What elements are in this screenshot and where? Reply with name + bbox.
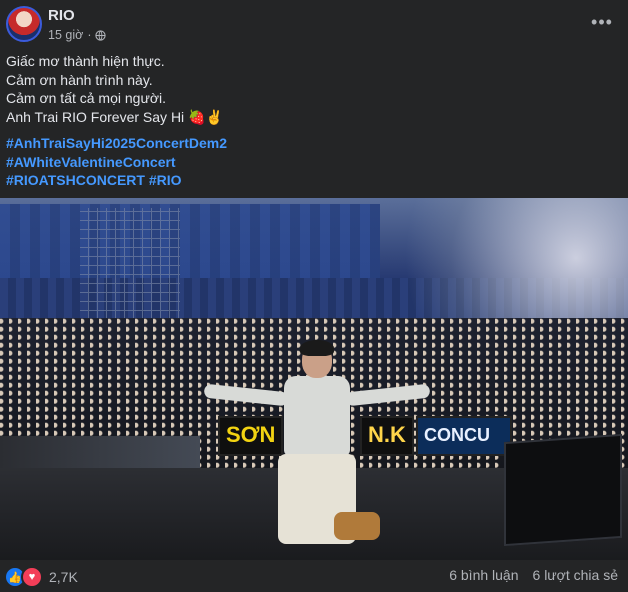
more-icon[interactable]: ••• (590, 10, 614, 34)
performer-shirt (284, 376, 350, 456)
post-caption: Giấc mơ thành hiện thực. Cảm ơn hành trì… (6, 52, 616, 126)
love-icon: ♥ (21, 566, 43, 588)
reactions-summary[interactable]: 👍 ♥ 2,7K (4, 566, 78, 588)
hashtag-link[interactable]: #AWhiteValentineConcert (6, 154, 176, 170)
avatar[interactable] (6, 6, 42, 42)
post-header: RIO 15 giờ · ••• (0, 0, 628, 50)
post-photo[interactable]: SƠN N.K CONCU (0, 198, 628, 560)
comments-count[interactable]: 6 bình luận (449, 567, 518, 583)
hashtag-link[interactable]: #AnhTraiSayHi2025ConcertDem2 (6, 135, 227, 151)
shares-count[interactable]: 6 lượt chia sẻ (533, 567, 618, 583)
performer-hair (300, 340, 334, 356)
post-meta: 15 giờ · (48, 28, 107, 42)
caption-line: Anh Trai RIO Forever Say Hi 🍓✌️ (6, 108, 223, 125)
hashtag-link[interactable]: #RIOATSHCONCERT (6, 172, 145, 188)
post-footer: 👍 ♥ 2,7K 6 bình luận 6 lượt chia sẻ (0, 560, 628, 592)
reaction-count[interactable]: 2,7K (49, 569, 78, 585)
stage-speaker (504, 433, 622, 547)
scaffolding (80, 208, 180, 328)
post-stats: 6 bình luận 6 lượt chia sẻ (449, 567, 618, 583)
performer (203, 340, 431, 554)
hashtag-link[interactable]: #RIO (149, 172, 182, 188)
performer-boot (334, 512, 380, 540)
author-name[interactable]: RIO (48, 7, 75, 24)
hashtags: #AnhTraiSayHi2025ConcertDem2 #AWhiteVale… (6, 134, 616, 190)
fan-banner: CONCU (416, 416, 512, 456)
caption-line: Giấc mơ thành hiện thực. (6, 53, 165, 69)
post-time[interactable]: 15 giờ (48, 28, 83, 42)
caption-line: Cảm ơn hành trình này. (6, 71, 153, 88)
caption-line: Cảm ơn tất cả mọi người. (6, 90, 167, 106)
globe-icon[interactable] (95, 29, 107, 41)
